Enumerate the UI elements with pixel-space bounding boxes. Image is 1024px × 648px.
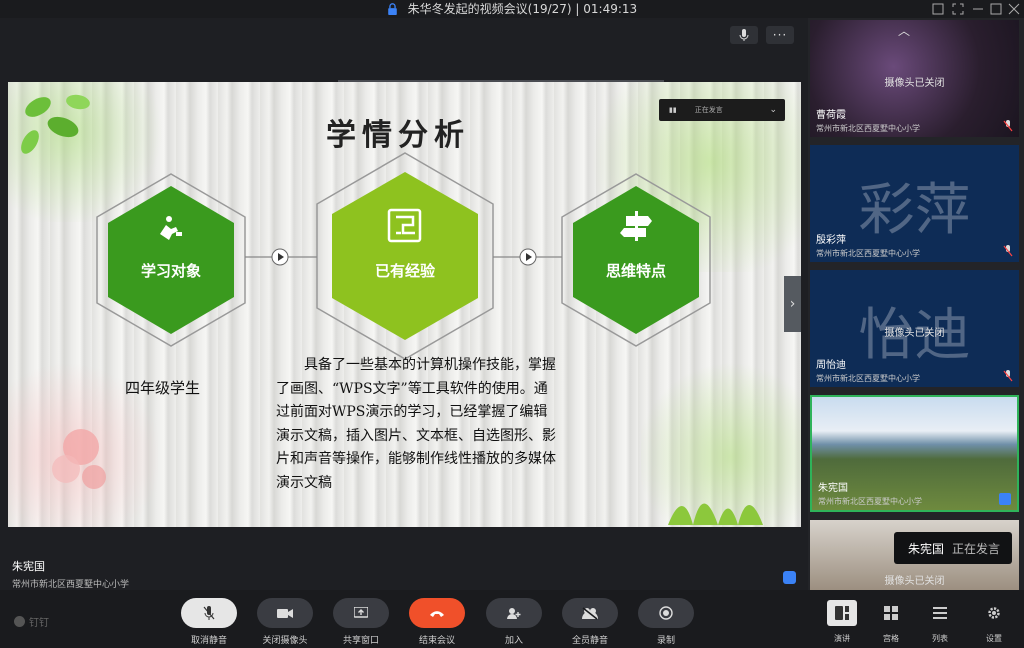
close-icon[interactable] (1006, 1, 1022, 17)
camera-off-text: 摄像头已关闭 (884, 328, 945, 339)
record-label: 录制 (656, 636, 675, 646)
experience-paragraph: 具备了一些基本的计算机操作技能，掌握了画图、“WPS文字”等工具软件的使用。通过… (276, 357, 556, 491)
title-bar: 朱华冬发起的视频会议(19/27) | 01:49:13 (0, 0, 1024, 18)
lock-icon (388, 3, 397, 15)
participant-org: 常州市新北区西夏墅中心小学 (816, 374, 920, 383)
pin-label: 钉钉 (29, 618, 49, 629)
grade-text: 四年级学生 (125, 379, 201, 397)
participant-name: 朱宪国 (818, 483, 848, 494)
hex-label-thinking: 思维特点 (605, 262, 666, 280)
mic-muted-icon (1003, 370, 1013, 382)
more-options-button[interactable]: ··· (766, 26, 794, 44)
stop-camera-label: 关闭摄像头 (262, 636, 308, 646)
mic-icon (739, 29, 749, 41)
mic-muted-icon (203, 606, 215, 620)
hex-label-experience: 已有经验 (374, 262, 435, 280)
participant-name: 曹荷霞 (816, 110, 846, 121)
speaking-name: 朱宪国 (908, 541, 945, 556)
speaker-layout-button[interactable] (827, 600, 857, 626)
speaking-indicator-bar[interactable]: ▮▮ 正在发言 ⌄ (659, 99, 785, 121)
mute-all-button[interactable] (562, 598, 618, 628)
chevron-down-icon: ⌄ (769, 105, 777, 115)
shared-slide: 学情分析 学习对象 已有经验 思维特点 四年级学生 具备了一些基本的计算机操作技… (8, 82, 801, 527)
participant-name: 周怡迪 (816, 360, 846, 371)
pin-window-icon[interactable] (930, 1, 946, 17)
unmute-button[interactable] (181, 598, 237, 628)
chat-icon (999, 493, 1011, 505)
participant-org: 常州市新北区西夏墅中心小学 (816, 249, 920, 258)
dingtalk-icon (14, 616, 25, 627)
speaker-layout-icon (835, 606, 849, 620)
camera-off-text: 摄像头已关闭 (884, 576, 945, 587)
presenter-info: 朱宪国 常州市新北区西夏墅中心小学 (12, 558, 129, 590)
settings-label: 设置 (986, 634, 1002, 643)
chat-icon[interactable] (783, 571, 796, 584)
mute-all-icon (582, 606, 598, 620)
chevron-right-icon: › (789, 296, 796, 312)
window-title: 朱华冬发起的视频会议(19/27) | 01:49:13 (407, 2, 638, 16)
window-title-wrap: 朱华冬发起的视频会议(19/27) | 01:49:13 (0, 0, 1024, 18)
more-icon: ··· (772, 28, 788, 42)
collapse-sidebar-button[interactable]: › (784, 276, 801, 332)
presenter-name: 朱宪国 (12, 560, 45, 573)
chevron-up-icon[interactable]: ︿ (898, 22, 926, 38)
hex-label-learning-object: 学习对象 (140, 262, 201, 280)
participant-sidebar: 摄像头已关闭 曹荷霞 常州市新北区西夏墅中心小学 ︿ 彩萍 殷彩萍 常州市新北区… (808, 18, 1024, 590)
grid-layout-icon (884, 606, 898, 620)
pin-app[interactable]: 钉钉 (14, 614, 49, 629)
mic-status-button[interactable] (730, 26, 758, 44)
overlay-status: 正在发言 (694, 106, 723, 114)
share-screen-icon (354, 607, 368, 618)
participant-tile[interactable]: 彩萍 殷彩萍 常州市新北区西夏墅中心小学 (810, 145, 1019, 262)
participant-name: 殷彩萍 (816, 235, 846, 246)
camera-off-text: 摄像头已关闭 (884, 78, 945, 89)
join-label: 加入 (504, 636, 523, 646)
maximize-icon[interactable] (988, 1, 1004, 17)
minimize-icon[interactable] (970, 1, 986, 17)
record-icon (659, 606, 673, 620)
grid-layout-button[interactable] (876, 600, 906, 626)
end-meeting-button[interactable] (409, 598, 465, 628)
list-layout-icon (933, 607, 947, 619)
camera-icon (277, 608, 293, 618)
participant-org: 常州市新北区西夏墅中心小学 (816, 124, 920, 133)
join-button[interactable] (486, 598, 542, 628)
speaking-status: 正在发言 (952, 541, 1001, 556)
participant-tile[interactable]: 摄像头已关闭 曹荷霞 常州市新北区西夏墅中心小学 (810, 20, 1019, 137)
mute-all-label: 全员静音 (571, 636, 608, 646)
participant-tile-active[interactable]: 朱宪国 常州市新北区西夏墅中心小学 (810, 395, 1019, 512)
participant-org: 常州市新北区西夏墅中心小学 (818, 497, 922, 506)
add-person-icon (507, 607, 521, 619)
participant-tile[interactable]: 怡迪 摄像头已关闭 周怡迪 常州市新北区西夏墅中心小学 (810, 270, 1019, 387)
signal-icon: ▮▮ (669, 106, 677, 114)
settings-button[interactable] (979, 600, 1009, 626)
fullscreen-icon[interactable] (950, 1, 966, 17)
record-button[interactable] (638, 598, 694, 628)
speaker-layout-label: 演讲 (834, 634, 850, 643)
share-window-button[interactable] (333, 598, 389, 628)
share-window-label: 共享窗口 (342, 636, 379, 646)
stop-camera-button[interactable] (257, 598, 313, 628)
mic-muted-icon (1003, 245, 1013, 257)
gear-icon (988, 607, 1000, 619)
list-layout-label: 列表 (932, 634, 948, 643)
speaking-toast: 朱宪国 正在发言 (894, 532, 1012, 564)
end-meeting-label: 结束会议 (418, 636, 455, 646)
mic-muted-icon (1003, 120, 1013, 132)
list-layout-button[interactable] (925, 600, 955, 626)
unmute-label: 取消静音 (190, 636, 227, 646)
bottom-toolbar: 钉钉 取消静音 关闭摄像头 共享窗口 结束会议 加入 全员静音 录制 演讲 宫格… (0, 590, 1024, 648)
grid-layout-label: 宫格 (883, 634, 899, 643)
presenter-org: 常州市新北区西夏墅中心小学 (12, 580, 130, 590)
hangup-icon (430, 611, 444, 617)
